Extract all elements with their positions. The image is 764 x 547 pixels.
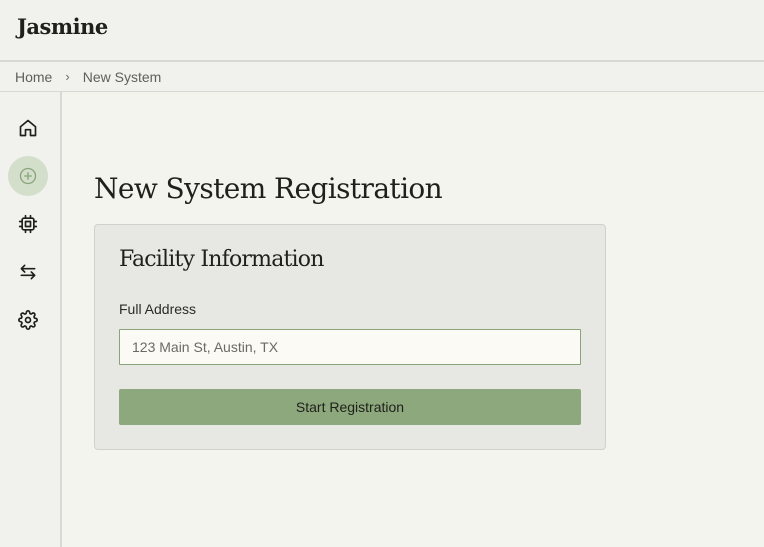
breadcrumb: Home › New System (0, 62, 764, 92)
plus-circle-icon (19, 167, 37, 185)
sidebar-item-new-system[interactable] (8, 156, 48, 196)
transfer-arrows-icon (20, 264, 36, 280)
page-title: New System Registration (94, 172, 443, 205)
start-registration-button[interactable]: Start Registration (119, 389, 581, 425)
sidebar-item-systems[interactable] (8, 204, 48, 244)
app-logo[interactable]: Jasmine (17, 14, 108, 39)
facility-information-card: Facility Information Full Address Start … (94, 224, 606, 450)
home-icon (19, 119, 37, 137)
sidebar-item-home[interactable] (8, 108, 48, 148)
sidebar-item-settings[interactable] (8, 300, 48, 340)
breadcrumb-current: New System (82, 68, 162, 85)
card-title: Facility Information (119, 247, 324, 272)
full-address-input[interactable] (119, 329, 581, 365)
sidebar (0, 92, 62, 547)
breadcrumb-home[interactable]: Home (15, 69, 52, 85)
sidebar-item-transfers[interactable] (8, 252, 48, 292)
chip-icon (18, 214, 38, 234)
gear-icon (18, 310, 38, 330)
top-bar: Jasmine (0, 0, 764, 62)
main-content: New System Registration Facility Informa… (62, 92, 764, 547)
breadcrumb-separator-icon: › (65, 69, 70, 84)
full-address-label: Full Address (119, 301, 197, 317)
